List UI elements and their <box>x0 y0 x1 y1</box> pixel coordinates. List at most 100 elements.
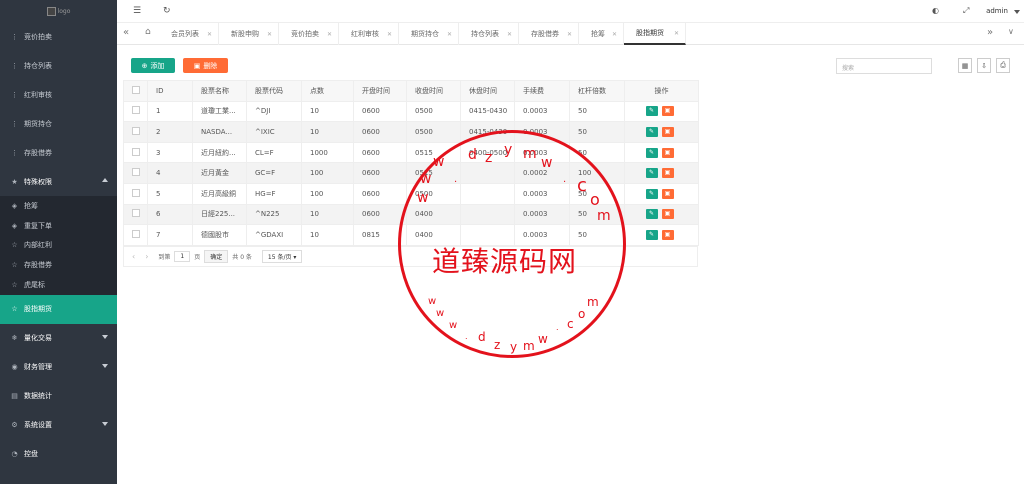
print-icon[interactable]: ⎙ <box>996 58 1010 73</box>
add-button[interactable]: ⊕ 添加 <box>131 58 175 73</box>
row-checkbox[interactable] <box>132 168 140 177</box>
sidebar-item-index-futures[interactable]: ☆ 股指期货 <box>0 294 117 324</box>
sidebar-item-auction[interactable]: ⋮ 竞价拍卖 <box>0 22 117 51</box>
page-input[interactable]: 1 <box>174 251 191 262</box>
tabs-prev-icon[interactable]: « <box>123 27 129 38</box>
close-icon[interactable]: ✕ <box>612 31 617 38</box>
sidebar-item-positions[interactable]: ⋮ 持仓列表 <box>0 51 117 80</box>
user-menu[interactable]: admin <box>986 7 1008 15</box>
tab-stock-lending[interactable]: 存股借券 ✕ <box>519 23 579 45</box>
row-select-cell[interactable] <box>123 203 148 226</box>
home-icon[interactable]: ⌂ <box>145 27 151 37</box>
row-checkbox[interactable] <box>132 147 140 156</box>
sidebar-group-special-permissions[interactable]: ★ 特殊权限 <box>0 167 117 196</box>
sidebar-item-statistics[interactable]: ▤ 数据统计 <box>0 382 117 411</box>
sidebar-item-finance[interactable]: ◉ 财务管理 <box>0 353 117 382</box>
edit-icon[interactable]: ✎ <box>645 188 658 199</box>
close-icon[interactable]: ✕ <box>267 31 272 38</box>
goto-confirm-button[interactable]: 确定 <box>204 250 229 263</box>
tab-dividend-review[interactable]: 红利审核 ✕ <box>339 23 399 45</box>
close-icon[interactable]: ✕ <box>207 31 212 38</box>
trash-icon[interactable]: ▣ <box>661 147 674 158</box>
tab-ipo[interactable]: 新股申购 ✕ <box>219 23 279 45</box>
tab-futures-positions[interactable]: 期货持仓 ✕ <box>399 23 459 45</box>
col-header[interactable]: 点数 <box>301 80 354 102</box>
sidebar-item-tiger-tail[interactable]: ☆ 虎尾标 <box>0 275 117 295</box>
col-header[interactable]: 收盘时间 <box>406 80 461 102</box>
close-icon[interactable]: ✕ <box>567 31 572 38</box>
fullscreen-icon[interactable]: ⤢ <box>963 6 969 16</box>
sidebar-item-grab-chips[interactable]: ◈ 抢筹 <box>0 196 117 216</box>
table-row[interactable]: 3 近月紐約... CL=F 1000 0600 0515 0400-0500 0.0003 5… <box>123 141 699 164</box>
select-all-checkbox[interactable] <box>132 85 140 94</box>
star-outline-icon: ☆ <box>11 241 18 250</box>
row-checkbox[interactable] <box>132 209 140 218</box>
sidebar-item-repeat-order[interactable]: ◈ 重复下单 <box>0 216 117 236</box>
row-select-cell[interactable] <box>123 162 148 184</box>
row-select-cell[interactable] <box>123 224 148 246</box>
close-icon[interactable]: ✕ <box>507 31 512 38</box>
row-select-cell[interactable] <box>123 100 148 123</box>
sidebar-item-stock-lending[interactable]: ⋮ 存股借券 <box>0 138 117 167</box>
row-select-cell[interactable] <box>123 141 148 164</box>
chevron-down-icon[interactable] <box>1014 10 1020 14</box>
trash-icon[interactable]: ▣ <box>661 168 674 179</box>
col-header[interactable]: 手续费 <box>514 80 570 102</box>
tabs-dropdown-icon[interactable]: ∨ <box>1008 27 1014 36</box>
edit-icon[interactable]: ✎ <box>645 209 658 220</box>
sidebar-item-quant-trading[interactable]: ❄ 量化交易 <box>0 324 117 353</box>
edit-icon[interactable]: ✎ <box>645 168 658 179</box>
close-icon[interactable]: ✕ <box>387 31 392 38</box>
sidebar-item-stock-lending-2[interactable]: ☆ 存股借券 <box>0 255 117 275</box>
row-checkbox[interactable] <box>132 106 140 115</box>
edit-icon[interactable]: ✎ <box>645 229 658 240</box>
trash-icon[interactable]: ▣ <box>661 209 674 220</box>
col-header[interactable]: 杠杆倍数 <box>569 80 625 102</box>
col-header[interactable]: ID <box>147 80 193 102</box>
row-select-cell[interactable] <box>123 121 148 143</box>
refresh-icon[interactable]: ↻ <box>163 6 171 16</box>
table-row[interactable]: 2 NASDA... ^IXIC 10 0600 0500 0415-0430 0.0003 5… <box>123 121 699 143</box>
columns-icon[interactable]: ▦ <box>958 58 972 73</box>
row-checkbox[interactable] <box>132 229 140 238</box>
next-page-icon[interactable]: › <box>145 252 148 261</box>
export-icon[interactable]: ⇩ <box>977 58 991 73</box>
row-checkbox[interactable] <box>132 188 140 197</box>
row-select-cell[interactable] <box>123 182 148 205</box>
col-header[interactable]: 股票名称 <box>192 80 247 102</box>
edit-icon[interactable]: ✎ <box>645 126 658 137</box>
trash-icon[interactable]: ▣ <box>661 106 674 117</box>
edit-icon[interactable]: ✎ <box>645 106 658 117</box>
row-checkbox[interactable] <box>132 126 140 135</box>
trash-icon[interactable]: ▣ <box>661 229 674 240</box>
trash-icon[interactable]: ▣ <box>661 188 674 199</box>
sidebar-item-market-control[interactable]: ◔ 控盘 <box>0 440 117 469</box>
col-header[interactable]: 股票代码 <box>246 80 302 102</box>
close-icon[interactable]: ✕ <box>674 30 679 37</box>
sidebar-item-dividend-review[interactable]: ⋮ 红利审核 <box>0 80 117 109</box>
sidebar-item-system-settings[interactable]: ⚙ 系统设置 <box>0 411 117 440</box>
prev-page-icon[interactable]: ‹ <box>132 252 135 261</box>
tab-auction[interactable]: 竞价拍卖 ✕ <box>279 23 339 45</box>
tab-member-list[interactable]: 会员列表 ✕ <box>159 23 219 45</box>
table-row[interactable]: 4 近月黃金 GC=F 100 0600 0515 0.0002 100 ✎ ▣ <box>123 162 699 184</box>
tab-grab-chips[interactable]: 抢筹 ✕ <box>579 23 624 45</box>
delete-button[interactable]: ▣ 删除 <box>183 58 228 73</box>
page-size-select[interactable]: 15 条/页 ▾ <box>261 250 303 263</box>
table-row[interactable]: 1 道瓊工業... ^DJI 10 0600 0500 0415-0430 0.0003 50 ✎… <box>123 100 699 123</box>
tab-position-list[interactable]: 持仓列表 ✕ <box>459 23 519 45</box>
tabs-next-icon[interactable]: » <box>987 27 993 38</box>
trash-icon[interactable]: ▣ <box>661 126 674 137</box>
search-input[interactable]: 搜索 <box>836 58 932 74</box>
col-header[interactable]: 休盘时间 <box>460 80 515 102</box>
col-header[interactable]: 开盘时间 <box>353 80 407 102</box>
select-all-cell[interactable] <box>123 80 148 102</box>
menu-toggle-icon[interactable]: ☰ <box>133 6 141 16</box>
sidebar-item-internal-dividend[interactable]: ☆ 内部红利 <box>0 236 117 256</box>
close-icon[interactable]: ✕ <box>447 31 452 38</box>
close-icon[interactable]: ✕ <box>327 31 332 38</box>
theme-icon[interactable]: ◐ <box>932 6 939 15</box>
sidebar-item-futures-positions[interactable]: ⋮ 期货持仓 <box>0 109 117 138</box>
tab-index-futures[interactable]: 股指期货 ✕ <box>624 23 686 45</box>
edit-icon[interactable]: ✎ <box>645 147 658 158</box>
